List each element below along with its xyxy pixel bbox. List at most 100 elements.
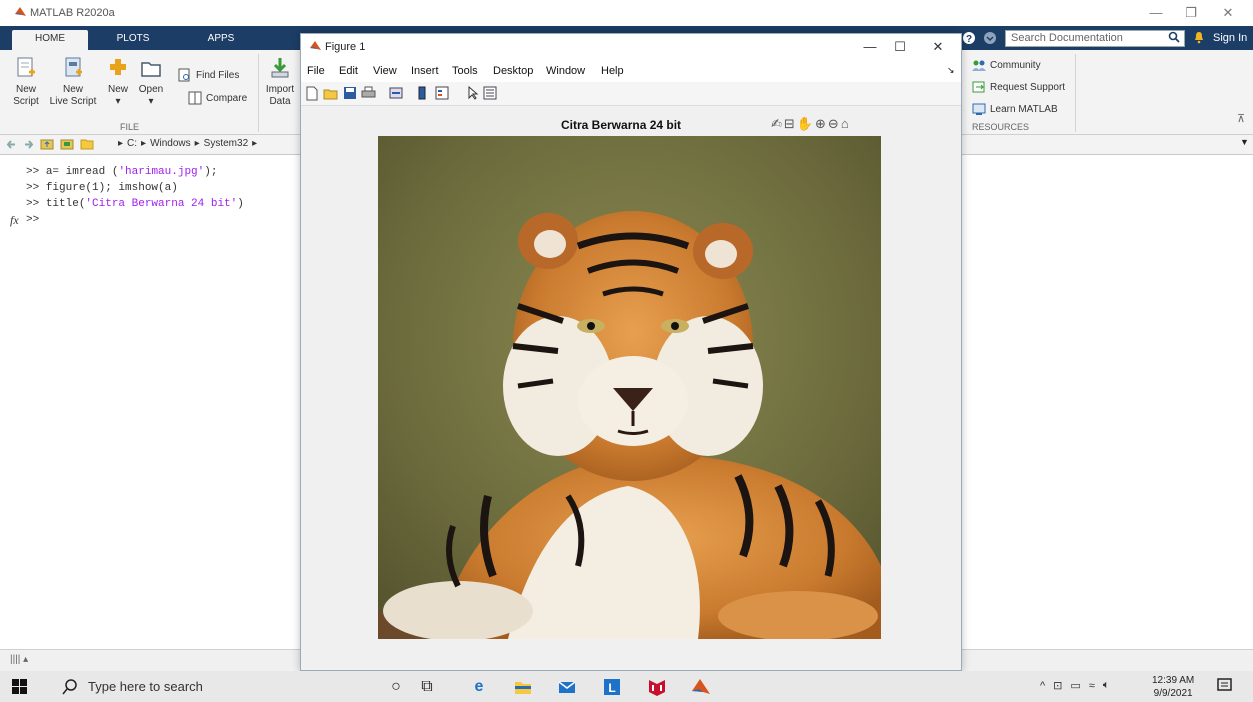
menu-help[interactable]: Help — [601, 65, 624, 77]
wifi-icon[interactable]: ≈ — [1089, 680, 1095, 692]
new-script-label-2: Script — [13, 96, 39, 107]
task-view-icon[interactable]: ⧉ — [416, 676, 438, 698]
new-figure-icon[interactable] — [305, 86, 319, 101]
request-support-icon — [972, 81, 985, 93]
zoom-in-icon[interactable]: ⊕ — [815, 116, 826, 132]
brush-icon[interactable]: ✍ — [771, 116, 782, 132]
breadcrumb-item-c[interactable]: C: — [127, 138, 137, 149]
home-icon[interactable]: ⌂ — [841, 116, 849, 132]
dock-arrow-icon[interactable]: ↘ — [947, 65, 955, 76]
link-plot-icon[interactable] — [389, 86, 403, 100]
learn-matlab-icon — [972, 103, 986, 115]
breadcrumb-item-system32[interactable]: System32 — [204, 138, 248, 149]
taskbar-search-box[interactable]: Type here to search — [52, 671, 352, 702]
close-button[interactable]: ✕ — [1210, 3, 1246, 23]
figure-maximize-button[interactable]: ☐ — [885, 37, 915, 57]
folder-dropdown-icon[interactable]: ▼ — [1240, 137, 1249, 147]
menu-window[interactable]: Window — [546, 65, 585, 77]
collapse-ribbon-icon[interactable]: ⊼ — [1237, 112, 1245, 125]
forward-arrow-icon[interactable] — [23, 139, 34, 150]
compare-button[interactable]: Compare — [188, 91, 247, 105]
datatip-icon[interactable]: ⊟ — [784, 116, 795, 132]
figure-minimize-button[interactable]: — — [855, 37, 885, 57]
string-literal: 'harimau.jpg' — [118, 166, 205, 178]
learn-matlab-link[interactable]: Learn MATLAB — [972, 102, 1058, 116]
help-controls: ? — [962, 31, 997, 48]
community-label: Community — [990, 59, 1041, 71]
edge-browser-icon[interactable]: e — [468, 676, 490, 698]
restore-button[interactable]: ❐ — [1173, 3, 1209, 23]
new-label: New — [107, 84, 128, 95]
menu-insert[interactable]: Insert — [411, 65, 439, 77]
figure-window[interactable]: Figure 1 — ☐ ✕ File Edit View Insert Too… — [300, 33, 962, 671]
breadcrumb-item-windows[interactable]: Windows — [150, 138, 191, 149]
battery-icon[interactable]: ▭ — [1070, 679, 1080, 692]
mail-icon[interactable] — [556, 676, 578, 698]
cortana-icon[interactable]: ○ — [385, 676, 407, 698]
open-button[interactable]: Open ▾ — [136, 56, 166, 108]
save-icon[interactable] — [343, 86, 357, 100]
code: a= imread ( — [45, 166, 119, 178]
back-arrow-icon[interactable] — [6, 139, 17, 150]
status-bar-icon[interactable]: |||| ▴ — [10, 654, 28, 665]
volume-icon[interactable]: 🔈︎ — [1103, 679, 1110, 692]
zoom-out-icon[interactable]: ⊖ — [828, 116, 839, 132]
pointer-icon[interactable] — [467, 86, 479, 100]
find-files-button[interactable]: Find Files — [178, 68, 239, 82]
request-support-link[interactable]: Request Support — [972, 80, 1065, 94]
figure-close-button[interactable]: ✕ — [923, 37, 953, 57]
community-link[interactable]: Community — [972, 58, 1041, 72]
legend-icon[interactable] — [435, 86, 449, 100]
command-line-1: >> a= imread ('harimau.jpg'); — [26, 166, 217, 178]
prompt: >> — [26, 182, 46, 194]
browse-folder-icon[interactable] — [60, 138, 74, 150]
collapse-icon[interactable] — [983, 31, 997, 45]
notification-center-icon[interactable] — [1217, 678, 1233, 694]
print-icon[interactable] — [361, 86, 376, 100]
new-script-label-1: New — [15, 84, 36, 95]
colorbar-icon[interactable] — [417, 86, 427, 100]
axes-title: Citra Berwarna 24 bit — [561, 118, 682, 132]
search-icon[interactable] — [1168, 31, 1181, 44]
tab-plots[interactable]: PLOTS — [108, 30, 158, 50]
menu-file[interactable]: File — [307, 65, 325, 77]
plus-icon — [110, 59, 126, 75]
property-inspector-icon[interactable] — [483, 86, 497, 100]
import-data-label-1: Import — [265, 84, 295, 95]
matlab-taskbar-icon[interactable] — [690, 676, 712, 698]
new-button[interactable]: New ▾ — [104, 56, 132, 108]
taskbar-clock[interactable]: 12:39 AM 9/9/2021 — [1152, 674, 1194, 700]
new-script-button[interactable]: New Script — [8, 56, 44, 108]
resources-group-label: RESOURCES — [972, 122, 1030, 132]
figure-toolbar — [301, 82, 961, 106]
command-prompt[interactable]: >> — [26, 214, 39, 226]
menu-desktop[interactable]: Desktop — [493, 65, 533, 77]
help-icon[interactable]: ? — [962, 31, 976, 45]
sign-in-link[interactable]: Sign In — [1213, 32, 1247, 44]
prompt: >> — [26, 198, 46, 210]
windows-start-icon[interactable] — [12, 679, 28, 695]
svg-text:?: ? — [966, 34, 972, 45]
search-documentation-input[interactable]: Search Documentation — [1005, 30, 1185, 47]
figure-titlebar[interactable]: Figure 1 — ☐ ✕ — [301, 34, 961, 60]
command-line-2: >> figure(1); imshow(a) — [26, 182, 178, 194]
fx-icon[interactable]: fx — [10, 213, 19, 228]
menu-tools[interactable]: Tools — [452, 65, 478, 77]
file-explorer-icon[interactable] — [512, 676, 534, 698]
tab-apps[interactable]: APPS — [196, 30, 246, 50]
menu-edit[interactable]: Edit — [339, 65, 358, 77]
import-data-button[interactable]: Import Data — [262, 56, 298, 108]
new-live-script-button[interactable]: New Live Script — [48, 56, 98, 108]
minimize-button[interactable]: — — [1138, 3, 1174, 23]
tab-home[interactable]: HOME — [12, 30, 88, 50]
tray-app-icon[interactable]: ⊡ — [1053, 679, 1062, 692]
open-file-icon[interactable] — [323, 86, 338, 101]
up-folder-icon[interactable] — [40, 138, 54, 150]
mcafee-icon[interactable] — [646, 676, 668, 698]
menu-view[interactable]: View — [373, 65, 397, 77]
notification-bell-icon[interactable] — [1193, 31, 1205, 44]
tray-chevron-icon[interactable]: ^ — [1040, 680, 1045, 692]
pan-hand-icon[interactable]: ✋ — [797, 116, 813, 132]
string-literal: 'Citra Berwarna 24 bit' — [85, 198, 238, 210]
app-l-icon[interactable]: L — [601, 676, 623, 698]
